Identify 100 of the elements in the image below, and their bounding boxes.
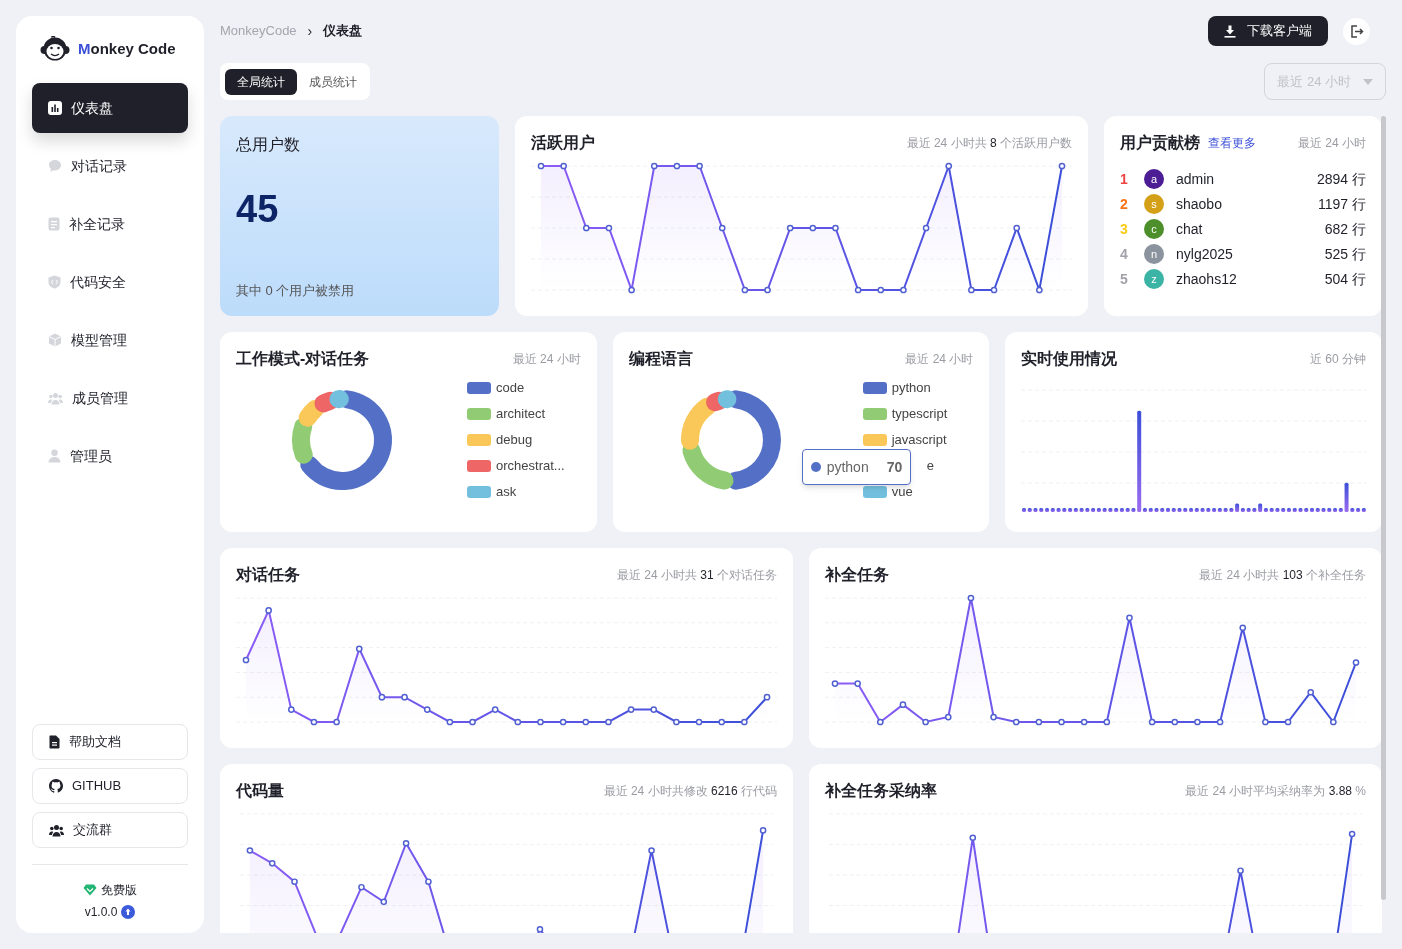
- data-point: [514, 718, 522, 726]
- data-point: [605, 224, 613, 232]
- file-icon: [49, 735, 60, 749]
- data-point: [605, 718, 612, 726]
- download-button[interactable]: 下载客户端: [1208, 16, 1328, 46]
- data-point: [242, 656, 250, 664]
- data-point: [1194, 718, 1201, 726]
- rank-number: 3: [1120, 219, 1129, 239]
- data-point: [355, 645, 363, 653]
- data-point: [425, 878, 432, 885]
- user-name: nylg2025: [1176, 244, 1233, 264]
- scrollbar[interactable]: [1381, 116, 1386, 900]
- legend-label: javascript: [891, 431, 947, 450]
- card-title: 实时使用情况: [1021, 349, 1118, 369]
- brand-name: Monkey Code: [78, 38, 176, 59]
- breadcrumb-separator: ›: [307, 21, 313, 41]
- user-name: chat: [1176, 219, 1203, 239]
- legend-label: code: [496, 379, 525, 398]
- card-title: 工作模式-对话任务: [236, 349, 370, 369]
- user-name: shaobo: [1176, 194, 1222, 214]
- data-point: [922, 224, 930, 232]
- rank-number: 5: [1120, 269, 1129, 289]
- data-point: [1126, 614, 1133, 622]
- data-point: [378, 693, 386, 701]
- data-point: [899, 701, 907, 708]
- link-button[interactable]: 交流群: [32, 812, 188, 848]
- nav-item[interactable]: 补全记录: [32, 199, 188, 249]
- data-point: [759, 827, 767, 834]
- data-point: [310, 718, 318, 726]
- rank-number: 4: [1120, 244, 1129, 264]
- data-point: [582, 224, 590, 232]
- nav-item[interactable]: 管理员: [32, 431, 188, 481]
- data-point: [287, 706, 295, 713]
- user-name: zhaohs12: [1176, 269, 1237, 289]
- card-subtitle: 最近 24 小时共 31 个对话任务: [616, 567, 777, 584]
- tab[interactable]: 成员统计: [301, 68, 365, 95]
- data-point: [809, 224, 817, 232]
- data-point: [1148, 718, 1156, 726]
- data-point: [648, 847, 655, 854]
- card-subtitle: 最近 24 小时共修改 6216 行代码: [603, 783, 777, 800]
- logout-icon: [1349, 24, 1364, 38]
- card-title: 用户贡献榜: [1120, 133, 1200, 154]
- data-point: [876, 718, 884, 726]
- nav-item[interactable]: 仪表盘: [32, 83, 188, 133]
- data-point: [877, 286, 885, 294]
- avatar: n: [1144, 244, 1164, 264]
- data-point: [1284, 718, 1292, 726]
- avatar: a: [1144, 169, 1164, 189]
- data-point: [718, 224, 726, 232]
- data-point: [627, 706, 635, 713]
- data-point: [786, 224, 794, 232]
- data-point: [1058, 162, 1066, 170]
- data-point: [764, 286, 771, 294]
- data-point: [741, 718, 748, 726]
- data-point: [900, 286, 907, 294]
- data-point: [1237, 867, 1244, 874]
- avatar: z: [1144, 269, 1164, 289]
- data-point: [718, 718, 726, 726]
- line-count: 682 行: [1324, 219, 1366, 239]
- user-icon: [48, 449, 61, 463]
- data-point: [854, 680, 861, 687]
- card-title: 对话任务: [236, 565, 300, 585]
- upgrade-icon[interactable]: [121, 905, 136, 919]
- data-point: [446, 718, 454, 726]
- monkey-logo-icon: [40, 36, 70, 62]
- card-subtitle: 最近 24 小时共 8 个活跃用户数: [906, 135, 1072, 152]
- card-subtitle: 最近 24 小时共 103 个补全任务: [1199, 567, 1366, 584]
- data-point: [537, 718, 544, 726]
- view-more-link[interactable]: 查看更多: [1208, 134, 1256, 152]
- logout-button[interactable]: [1343, 17, 1370, 45]
- tab[interactable]: 全局统计: [225, 68, 297, 95]
- legend-label: debug: [496, 431, 533, 450]
- data-point: [1058, 718, 1065, 726]
- nav-item[interactable]: 模型管理: [32, 315, 188, 365]
- clipboard-icon: [48, 217, 60, 231]
- card-subtitle: 近 60 分钟: [1309, 351, 1366, 368]
- user-name: admin: [1176, 169, 1215, 189]
- data-point: [246, 847, 254, 854]
- avatar: s: [1144, 194, 1164, 214]
- nav-item[interactable]: 成员管理: [32, 373, 188, 423]
- data-point: [990, 286, 998, 294]
- nav-item[interactable]: 对话记录: [32, 141, 188, 191]
- data-point: [469, 718, 476, 726]
- data-point: [628, 286, 635, 294]
- card-subtitle: 最近 24 小时: [512, 351, 581, 368]
- data-point: [380, 898, 388, 906]
- users-icon: [48, 391, 63, 405]
- data-point: [1216, 718, 1224, 726]
- line-count: 525 行: [1324, 244, 1366, 264]
- link-button[interactable]: 帮助文档: [32, 724, 188, 760]
- nav-item[interactable]: 代码安全: [32, 257, 188, 307]
- link-button[interactable]: GITHUB: [32, 768, 188, 804]
- card-title: 代码量: [236, 781, 284, 801]
- data-point: [1307, 688, 1315, 696]
- legend-label: e: [926, 457, 934, 476]
- data-point: [1036, 286, 1043, 294]
- data-point: [945, 162, 953, 170]
- data-point: [967, 594, 975, 602]
- data-point: [695, 718, 703, 726]
- data-point: [650, 706, 658, 713]
